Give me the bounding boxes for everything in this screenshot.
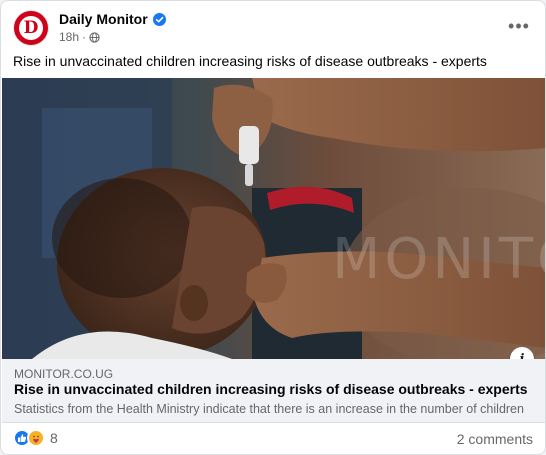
- verified-badge-icon: [152, 12, 166, 26]
- page-name[interactable]: Daily Monitor: [59, 11, 166, 27]
- post-card: D Daily Monitor 18h · ••• Rise in unvacc…: [0, 0, 546, 455]
- post-header: D Daily Monitor 18h · •••: [13, 10, 533, 46]
- post-meta: 18h ·: [59, 30, 100, 44]
- link-preview-panel[interactable]: MONITOR.CO.UG Rise in unvaccinated child…: [2, 359, 545, 423]
- more-icon: •••: [508, 15, 530, 36]
- avatar-logo-letter: D: [19, 16, 43, 40]
- vaccination-photo: MONITOR: [2, 78, 546, 359]
- care-reaction-icon: [27, 429, 45, 447]
- page-avatar[interactable]: D: [13, 10, 49, 46]
- link-domain: MONITOR.CO.UG: [14, 367, 114, 381]
- more-options-button[interactable]: •••: [505, 12, 533, 40]
- meta-separator: ·: [82, 30, 87, 44]
- link-title[interactable]: Rise in unvaccinated children increasing…: [14, 381, 528, 397]
- photo-watermark: MONITOR: [332, 227, 546, 292]
- link-description: Statistics from the Health Ministry indi…: [14, 402, 528, 416]
- page-name-text[interactable]: Daily Monitor: [59, 11, 148, 27]
- reactions-summary[interactable]: 8: [13, 429, 58, 447]
- reaction-count[interactable]: 8: [50, 430, 58, 446]
- post-timestamp[interactable]: 18h: [59, 30, 79, 44]
- link-preview-image[interactable]: MONITOR: [2, 78, 546, 359]
- post-text: Rise in unvaccinated children increasing…: [13, 53, 487, 69]
- globe-icon: [89, 31, 100, 43]
- comments-link[interactable]: 2 comments: [457, 431, 533, 447]
- post-footer: 8 2 comments: [13, 427, 533, 449]
